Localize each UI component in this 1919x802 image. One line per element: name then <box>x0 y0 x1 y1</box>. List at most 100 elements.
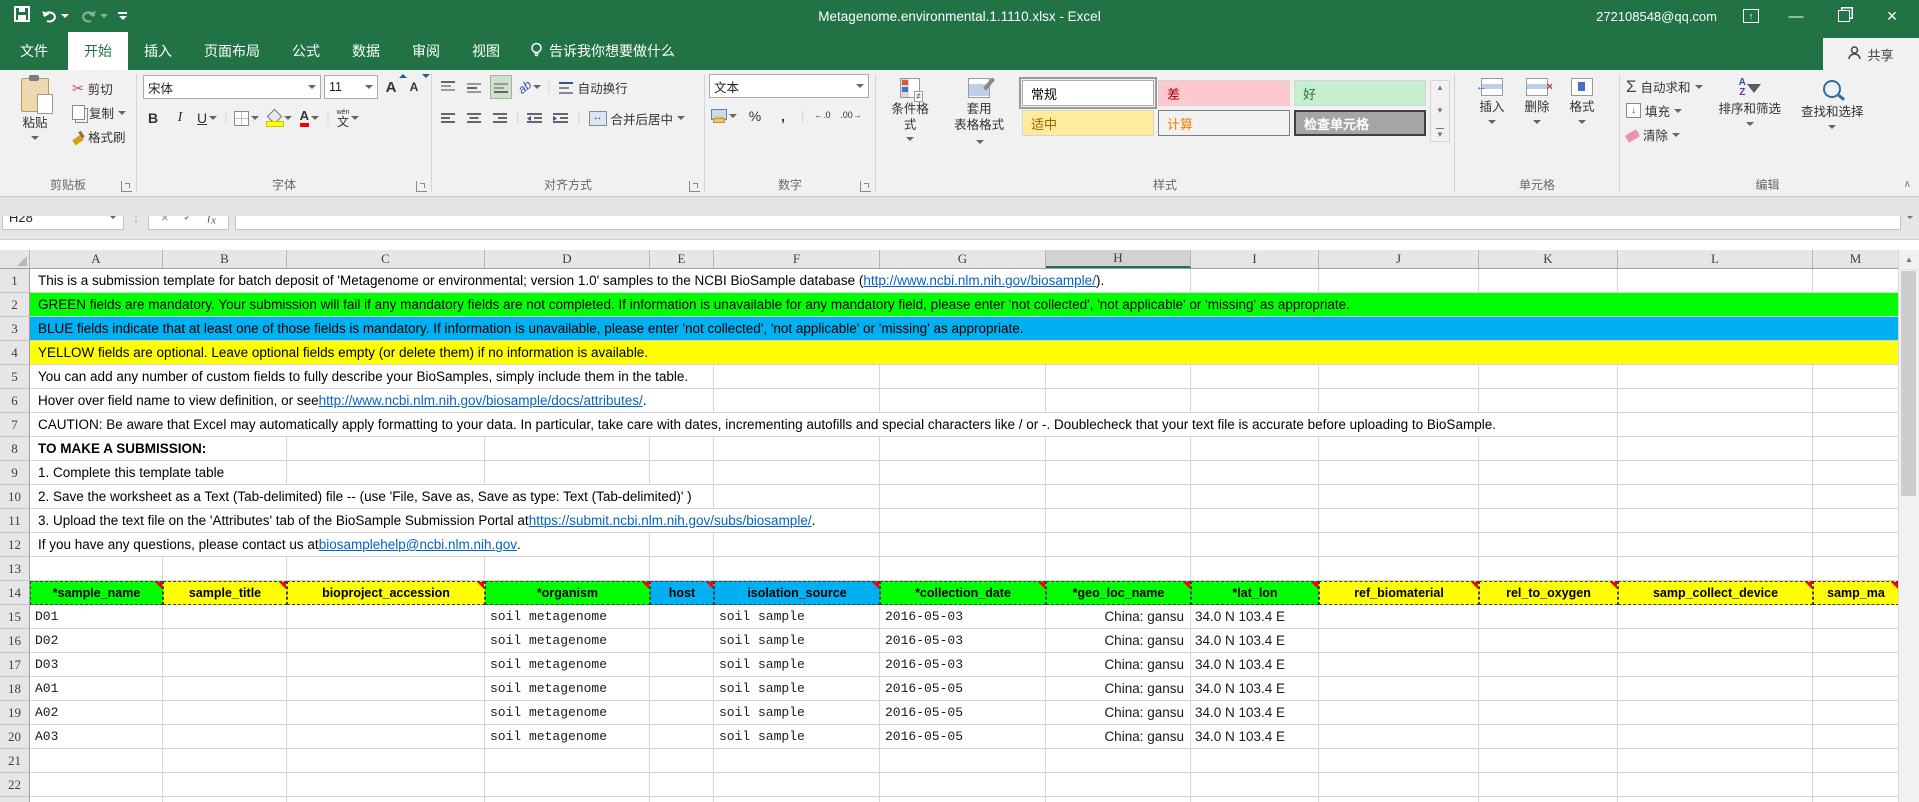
align-right-button[interactable] <box>490 107 510 129</box>
cell-F5[interactable] <box>714 365 880 389</box>
font-dialog-launcher[interactable] <box>416 181 427 192</box>
row-header-22[interactable]: 22 <box>0 773 30 797</box>
cell-D22[interactable] <box>485 773 650 797</box>
cell-I18[interactable]: 34.0 N 103.4 E <box>1191 677 1319 701</box>
column-header-K[interactable]: K <box>1479 250 1618 268</box>
column-header-H[interactable]: H <box>1046 250 1191 268</box>
cell-E23[interactable] <box>650 797 714 802</box>
cell-B16[interactable] <box>163 629 287 653</box>
field-header-ref_biomaterial[interactable]: ref_biomaterial <box>1319 581 1479 605</box>
cell-E16[interactable] <box>650 629 714 653</box>
cell-I23[interactable] <box>1191 797 1319 802</box>
cell-G20[interactable]: 2016-05-05 <box>880 725 1046 749</box>
cell-M23[interactable] <box>1813 797 1899 802</box>
cell-H16[interactable]: China: gansu <box>1046 629 1191 653</box>
cell-style-bad[interactable]: 差 <box>1158 80 1290 106</box>
clipboard-dialog-launcher[interactable] <box>121 181 132 192</box>
cell-L11[interactable] <box>1618 509 1813 533</box>
cell-F6[interactable] <box>714 389 880 413</box>
cell-D20[interactable]: soil metagenome <box>485 725 650 749</box>
column-header-M[interactable]: M <box>1813 250 1899 268</box>
cell-L9[interactable] <box>1618 461 1813 485</box>
decrease-font-size-button[interactable]: A <box>404 76 424 98</box>
copy-button[interactable]: 复制 <box>70 102 128 123</box>
cell-B19[interactable] <box>163 701 287 725</box>
cell-C16[interactable] <box>287 629 485 653</box>
cell-M11[interactable] <box>1813 509 1899 533</box>
cell-L1[interactable] <box>1618 269 1813 293</box>
cell-J10[interactable] <box>1319 485 1479 509</box>
column-header-G[interactable]: G <box>880 250 1046 268</box>
cell-C21[interactable] <box>287 749 485 773</box>
close-button[interactable]: × <box>1881 5 1903 27</box>
cell-A13[interactable] <box>30 557 163 581</box>
cell-F21[interactable] <box>714 749 880 773</box>
row-header-20[interactable]: 20 <box>0 725 30 749</box>
cell-I6[interactable] <box>1191 389 1319 413</box>
cell-F23[interactable] <box>714 797 880 802</box>
field-header-organism[interactable]: *organism <box>485 581 650 605</box>
cell-K20[interactable] <box>1479 725 1618 749</box>
alignment-dialog-launcher[interactable] <box>689 181 700 192</box>
gallery-more-icon[interactable]: ▼ <box>1436 128 1444 139</box>
cell-E15[interactable] <box>650 605 714 629</box>
ribbon-display-options-icon[interactable]: ↑ <box>1743 9 1759 23</box>
hyperlink[interactable]: http://www.ncbi.nlm.nih.gov/biosample/do… <box>319 393 643 408</box>
cell-H21[interactable] <box>1046 749 1191 773</box>
cell-F8[interactable] <box>714 437 880 461</box>
cell-K10[interactable] <box>1479 485 1618 509</box>
cell-M1[interactable] <box>1813 269 1899 293</box>
cell-K8[interactable] <box>1479 437 1618 461</box>
cell-F13[interactable] <box>714 557 880 581</box>
cell-J16[interactable] <box>1319 629 1479 653</box>
comma-style-button[interactable]: , <box>773 105 793 127</box>
cell-K16[interactable] <box>1479 629 1618 653</box>
cell-G22[interactable] <box>880 773 1046 797</box>
row-header-17[interactable]: 17 <box>0 653 30 677</box>
cell-D13[interactable] <box>485 557 650 581</box>
number-format-combo[interactable]: 文本 <box>709 74 869 98</box>
cell-L17[interactable] <box>1618 653 1813 677</box>
tab-home[interactable]: 开始 <box>68 32 128 70</box>
row-header-5[interactable]: 5 <box>0 365 30 389</box>
cell-M18[interactable] <box>1813 677 1899 701</box>
cell-M8[interactable] <box>1813 437 1899 461</box>
cell-L6[interactable] <box>1618 389 1813 413</box>
cell-E19[interactable] <box>650 701 714 725</box>
cell-C22[interactable] <box>287 773 485 797</box>
cell-K17[interactable] <box>1479 653 1618 677</box>
bottom-align-button[interactable] <box>490 75 512 99</box>
cell-F20[interactable]: soil sample <box>714 725 880 749</box>
row-header-7[interactable]: 7 <box>0 413 30 437</box>
cell-E12[interactable] <box>650 533 714 557</box>
top-align-button[interactable] <box>438 76 458 98</box>
cell-L13[interactable] <box>1618 557 1813 581</box>
account-email[interactable]: 272108548@qq.com <box>1596 9 1717 24</box>
cell-G15[interactable]: 2016-05-03 <box>880 605 1046 629</box>
cell-A7-text[interactable]: CAUTION: Be aware that Excel may automat… <box>36 413 1502 436</box>
cell-K19[interactable] <box>1479 701 1618 725</box>
cell-A10-text[interactable]: 2. Save the worksheet as a Text (Tab-del… <box>36 485 698 508</box>
find-select-button[interactable]: 查找和选择 <box>1795 74 1870 176</box>
cell-K6[interactable] <box>1479 389 1618 413</box>
format-as-table-button[interactable]: 套用表格格式 <box>944 74 1014 176</box>
field-header-isolation_source[interactable]: isolation_source <box>714 581 880 605</box>
cell-I17[interactable]: 34.0 N 103.4 E <box>1191 653 1319 677</box>
cell-M19[interactable] <box>1813 701 1899 725</box>
cell-G10[interactable] <box>880 485 1046 509</box>
cell-B13[interactable] <box>163 557 287 581</box>
cell-M6[interactable] <box>1813 389 1899 413</box>
cell-I9[interactable] <box>1191 461 1319 485</box>
row-header-19[interactable]: 19 <box>0 701 30 725</box>
cell-G17[interactable]: 2016-05-03 <box>880 653 1046 677</box>
cell-F19[interactable]: soil sample <box>714 701 880 725</box>
cell-G23[interactable] <box>880 797 1046 802</box>
row-header-4[interactable]: 4 <box>0 341 30 365</box>
cell-M21[interactable] <box>1813 749 1899 773</box>
cell-L19[interactable] <box>1618 701 1813 725</box>
cell-A3-band[interactable]: BLUE fields indicate that at least one o… <box>30 317 1899 341</box>
row-header-6[interactable]: 6 <box>0 389 30 413</box>
percent-style-button[interactable]: % <box>745 105 765 127</box>
collapse-ribbon-icon[interactable]: ∧ <box>1904 179 1911 190</box>
borders-button[interactable] <box>234 107 259 129</box>
